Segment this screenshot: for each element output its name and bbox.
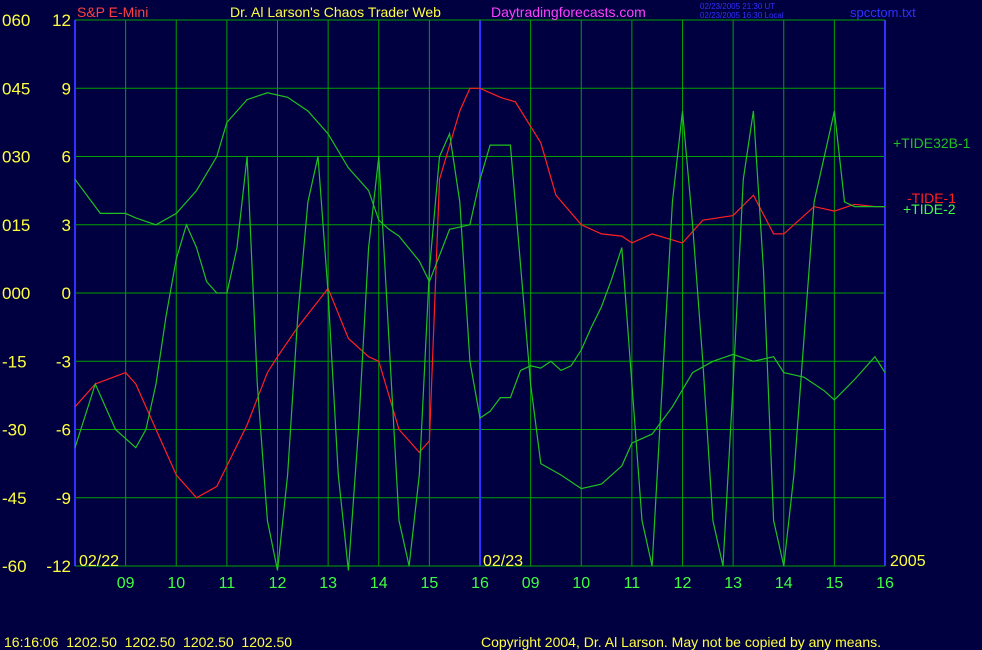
site-name: Daytradingforecasts.com	[491, 4, 646, 20]
right-tick-label: 3	[62, 216, 71, 235]
x-tick-label: 10	[167, 575, 185, 592]
date-label-1: 02/22	[79, 553, 119, 570]
left-tick-label: 030	[2, 148, 30, 167]
x-tick-label: 09	[522, 575, 540, 592]
right-tick-label: 0	[62, 284, 71, 303]
legend-tide32b: +TIDE32B-1	[893, 135, 971, 151]
date-label-2: 02/23	[483, 553, 523, 570]
right-tick-label: 9	[62, 79, 71, 98]
x-tick-label: 15	[825, 575, 843, 592]
left-tick-label: 000	[2, 284, 30, 303]
right-tick-label: -3	[56, 352, 71, 371]
x-tick-label: 09	[117, 575, 135, 592]
timestamp-ut: 02/23/2005 21:30 UT	[700, 2, 775, 11]
instrument-label: S&P E-Mini	[77, 4, 148, 20]
left-tick-label: -15	[2, 352, 27, 371]
left-tick-label: -60	[2, 557, 27, 576]
x-tick-label: 11	[624, 575, 641, 592]
right-tick-label: -12	[46, 557, 71, 576]
x-tick-label: 14	[775, 575, 793, 592]
timestamp-local: 02/23/2005 16:30 Local	[700, 11, 784, 20]
right-tick-label: 12	[52, 11, 71, 30]
left-tick-label: 060	[2, 11, 30, 30]
right-tick-label: -9	[56, 489, 71, 508]
tick-labels: 060 12045 9030 6015 3000 0-15 -3-30 -6-45 -9-60-…	[2, 11, 894, 592]
x-tick-label: 12	[269, 575, 287, 592]
x-tick-label: 11	[219, 575, 236, 592]
right-tick-label: -6	[56, 421, 71, 440]
chart-title: Dr. Al Larson's Chaos Trader Web	[230, 4, 441, 20]
legend-tide2: +TIDE-2	[903, 201, 956, 217]
x-tick-label: 13	[724, 575, 742, 592]
left-tick-label: 015	[2, 216, 30, 235]
x-tick-label: 12	[674, 575, 692, 592]
year-label: 2005	[890, 553, 926, 570]
right-tick-label: 6	[62, 148, 71, 167]
quote-line: 16:16:06 1202.50 1202.50 1202.50 1202.50	[4, 634, 292, 650]
chart-svg: 060 12045 9030 6015 3000 0-15 -3-30 -6-45 -9-60-…	[2, 2, 971, 650]
left-tick-label: -45	[2, 489, 27, 508]
copyright: Copyright 2004, Dr. Al Larson. May not b…	[481, 634, 881, 650]
left-tick-label: -30	[2, 421, 27, 440]
left-tick-label: 045	[2, 79, 30, 98]
file-name: spcctom.txt	[850, 5, 916, 20]
x-tick-label: 16	[876, 575, 894, 592]
x-tick-label: 13	[319, 575, 337, 592]
x-tick-label: 10	[572, 575, 590, 592]
x-tick-label: 15	[420, 575, 438, 592]
x-tick-label: 16	[471, 575, 489, 592]
x-tick-label: 14	[370, 575, 388, 592]
